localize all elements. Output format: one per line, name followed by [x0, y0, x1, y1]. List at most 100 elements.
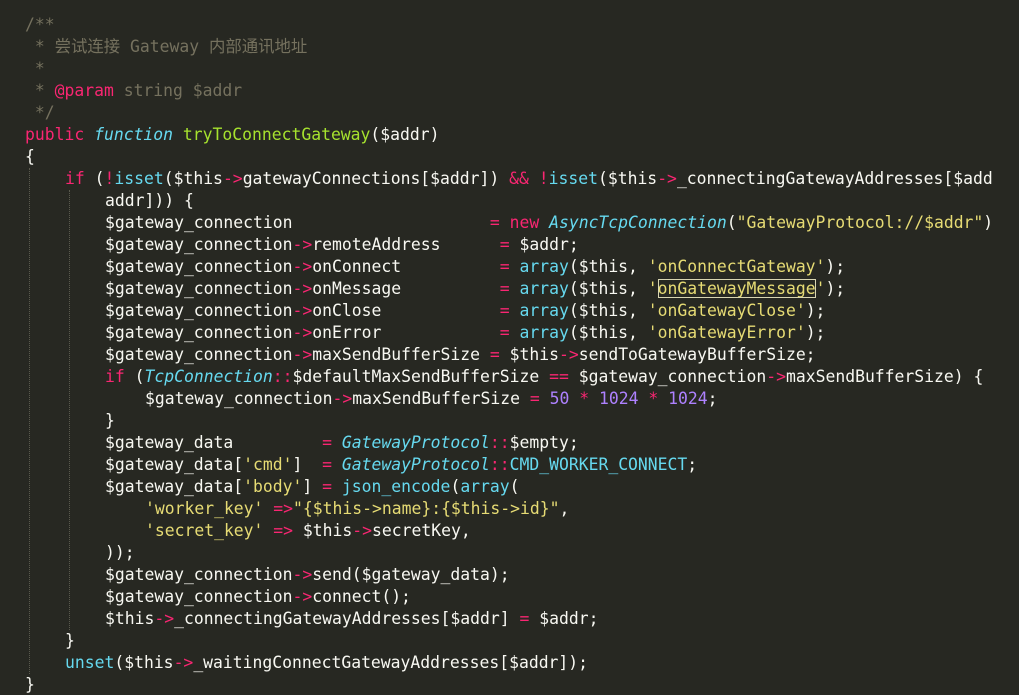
- code-line[interactable]: $gateway_connection->send($gateway_data)…: [105, 564, 510, 586]
- code-line[interactable]: $gateway_connection->onClose = array($th…: [105, 300, 825, 322]
- code-token: ]: [292, 455, 323, 474]
- code-token: ->: [222, 169, 243, 188]
- code-line[interactable]: if (!isset($this->gatewayConnections[$ad…: [65, 168, 993, 190]
- code-line[interactable]: $gateway_data = GatewayProtocol::$empty;: [105, 432, 579, 454]
- code-token: ::: [272, 367, 293, 386]
- code-editor[interactable]: /** * 尝试连接 Gateway 内部通讯地址 * * @param str…: [0, 0, 1019, 695]
- code-token: ($this: [163, 169, 223, 188]
- code-line[interactable]: {: [25, 146, 35, 168]
- code-token: array: [519, 279, 569, 298]
- code-line[interactable]: 'secret_key' => $this->secretKey,: [145, 520, 471, 542]
- code-token: ]: [302, 477, 323, 496]
- code-token: public: [25, 125, 85, 144]
- code-token: *: [25, 59, 45, 78]
- code-line[interactable]: $gateway_connection->maxSendBufferSize =…: [105, 344, 816, 366]
- code-line[interactable]: $gateway_connection->remoteAddress = $ad…: [105, 234, 579, 256]
- code-token: $gateway_data[: [105, 455, 244, 474]
- code-token: =: [499, 301, 510, 320]
- code-line[interactable]: }: [65, 630, 75, 652]
- code-token: secretKey,: [372, 521, 471, 540]
- code-line[interactable]: unset($this->_waitingConnectGatewayAddre…: [65, 652, 588, 674]
- code-token: ($this: [114, 653, 174, 672]
- code-token: ->: [292, 587, 313, 606]
- code-token: remoteAddress: [312, 235, 500, 254]
- code-token: =: [489, 213, 500, 232]
- code-token: =: [322, 433, 332, 452]
- code-token: ->: [292, 235, 313, 254]
- code-token: $gateway_connection: [105, 565, 293, 584]
- code-token: (: [124, 367, 145, 386]
- code-token: * 尝试连接 Gateway 内部通讯地址: [25, 37, 308, 56]
- code-token: ==: [549, 367, 569, 386]
- code-line[interactable]: $gateway_connection = new AsyncTcpConnec…: [105, 212, 993, 234]
- code-token: );: [825, 279, 846, 298]
- code-token: $gateway_connection: [145, 389, 333, 408]
- code-token: ->: [292, 257, 313, 276]
- code-token: onClose: [312, 301, 500, 320]
- code-token: $gateway_connection: [105, 257, 293, 276]
- code-line[interactable]: * 尝试连接 Gateway 内部通讯地址: [25, 36, 307, 58]
- code-token: $gateway_connection: [105, 323, 293, 342]
- code-token: array: [519, 301, 569, 320]
- code-token: 'onGatewayError': [647, 323, 806, 342]
- code-token: =: [322, 477, 332, 496]
- code-line[interactable]: $gateway_connection->onConnect = array($…: [105, 256, 845, 278]
- code-token: !: [538, 169, 549, 188]
- code-token: &&: [509, 169, 529, 188]
- code-line[interactable]: *: [25, 58, 45, 80]
- code-token: @param: [54, 81, 114, 100]
- code-token: (: [509, 477, 520, 496]
- code-token: function: [94, 125, 174, 144]
- code-token: $gateway_connection: [105, 587, 293, 606]
- code-token: onError: [312, 323, 500, 342]
- code-line[interactable]: addr])) {: [105, 190, 194, 212]
- code-line[interactable]: $gateway_connection->onMessage = array($…: [105, 278, 845, 300]
- code-token: ->: [292, 279, 313, 298]
- code-token: $this: [105, 609, 155, 628]
- code-line[interactable]: if (TcpConnection::$defaultMaxSendBuffer…: [105, 366, 983, 388]
- code-token: isset: [114, 169, 164, 188]
- code-line[interactable]: */: [25, 102, 55, 124]
- code-token: ,: [559, 499, 570, 518]
- code-line[interactable]: }: [105, 410, 115, 432]
- code-token: 'onGatewayClose': [647, 301, 806, 320]
- code-token: $gateway_connection: [105, 213, 490, 232]
- code-line[interactable]: $this->_connectingGatewayAddresses[$addr…: [105, 608, 598, 630]
- code-token: $this: [293, 521, 353, 540]
- code-token: ($this: [597, 169, 658, 188]
- code-token: *: [648, 389, 659, 408]
- code-line[interactable]: public function tryToConnectGateway($add…: [25, 124, 440, 146]
- code-token: $addr;: [509, 235, 579, 254]
- code-token: ->: [173, 653, 194, 672]
- code-token: );: [825, 257, 846, 276]
- code-line[interactable]: $gateway_connection->onError = array($th…: [105, 322, 825, 344]
- code-token: $this: [499, 345, 559, 364]
- code-token: 1024: [599, 389, 639, 408]
- code-line[interactable]: $gateway_data['body'] = json_encode(arra…: [105, 476, 520, 498]
- code-token: maxSendBufferSize: [312, 345, 490, 364]
- code-token: maxSendBufferSize: [352, 389, 530, 408]
- code-line[interactable]: }: [25, 674, 35, 695]
- code-token: _connectingGatewayAddresses[$addr]: [174, 609, 520, 628]
- code-token: ->: [332, 389, 353, 408]
- code-token: ->: [292, 345, 313, 364]
- code-line[interactable]: 'worker_key' =>"{$this->name}:{$this->id…: [145, 498, 569, 520]
- code-line[interactable]: $gateway_connection->maxSendBufferSize =…: [145, 388, 717, 410]
- code-line[interactable]: ));: [105, 542, 135, 564]
- code-token: connect();: [312, 587, 411, 606]
- code-line[interactable]: /**: [25, 14, 55, 36]
- code-token: $gateway_connection: [105, 345, 293, 364]
- code-token: ->: [352, 521, 373, 540]
- code-line[interactable]: $gateway_connection->connect();: [105, 586, 411, 608]
- code-line[interactable]: * @param string $addr: [25, 80, 242, 102]
- code-token: 1024: [668, 389, 708, 408]
- code-token: ->: [154, 609, 175, 628]
- code-line[interactable]: $gateway_data['cmd'] = GatewayProtocol::…: [105, 454, 697, 476]
